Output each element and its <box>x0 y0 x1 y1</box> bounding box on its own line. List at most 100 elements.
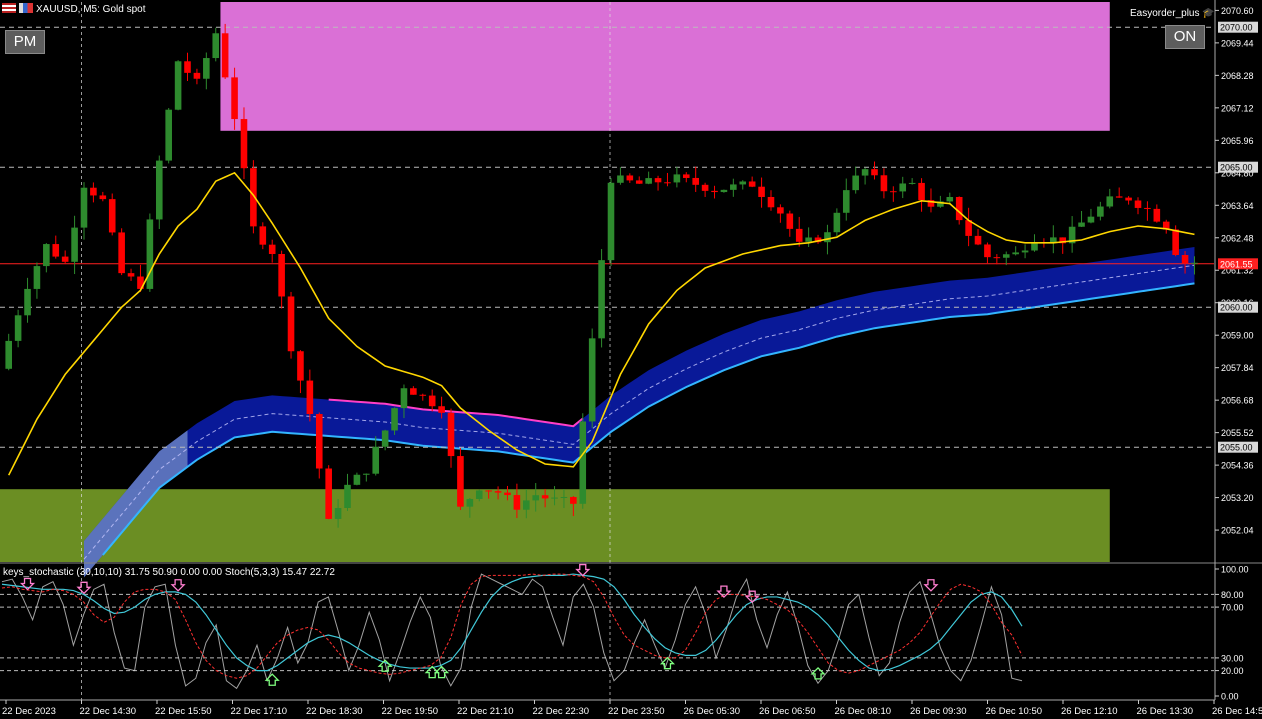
candle-body <box>748 181 756 187</box>
candle-body <box>174 61 182 110</box>
candle-body <box>278 253 285 297</box>
candle <box>579 413 587 509</box>
candle-body <box>701 184 709 191</box>
candle-body <box>80 187 88 228</box>
candle <box>607 178 615 267</box>
candle-body <box>1087 216 1095 223</box>
candle-body <box>842 190 850 213</box>
candle-body <box>118 232 125 274</box>
time-tick-label: 22 Dec 18:30 <box>306 706 363 717</box>
candle <box>165 107 172 164</box>
candle <box>457 448 464 511</box>
time-tick-label: 22 Dec 15:50 <box>155 706 212 717</box>
candle-body <box>560 496 568 498</box>
candle-body <box>203 58 210 79</box>
candle <box>146 213 154 292</box>
price-tick-label: 2052.04 <box>1221 526 1254 536</box>
candle-body <box>71 227 78 262</box>
candle-body <box>381 430 389 447</box>
level-price-label: 2055.00 <box>1220 443 1253 453</box>
stoch-tick-label: 70.00 <box>1221 603 1244 613</box>
candle-body <box>315 414 323 469</box>
chart-canvas[interactable]: 2070.602069.442068.282067.122065.962064.… <box>0 0 1262 719</box>
candle <box>598 249 605 348</box>
level-price-label: 2061.55 <box>1220 259 1253 269</box>
candle-body <box>635 180 643 184</box>
price-tick-label: 2056.68 <box>1221 396 1254 406</box>
price-tick-label: 2067.12 <box>1221 103 1254 113</box>
candle-body <box>1172 229 1179 255</box>
candle <box>250 160 257 234</box>
candle-body <box>833 212 841 233</box>
chart-title: XAUUSD, M5: Gold spot <box>2 3 145 15</box>
candle-body <box>795 228 803 242</box>
price-tick-label: 2054.36 <box>1221 461 1254 471</box>
candle <box>174 60 182 111</box>
candle-body <box>14 315 22 341</box>
candle-body <box>758 186 765 197</box>
time-tick-label: 22 Dec 14:30 <box>80 706 137 717</box>
price-tick-label: 2069.44 <box>1221 38 1254 48</box>
candle-body <box>297 351 304 381</box>
candle <box>588 328 596 428</box>
candle-body <box>617 175 624 183</box>
stoch-tick-label: 80.00 <box>1221 590 1244 600</box>
candle-body <box>457 456 464 507</box>
candle-body <box>428 395 436 407</box>
price-tick-label: 2059.00 <box>1221 331 1254 341</box>
candle-body <box>805 237 812 242</box>
candle-body <box>899 183 907 192</box>
chart-type-icon <box>19 3 33 13</box>
on-button[interactable]: ON <box>1165 25 1205 49</box>
candle <box>287 291 295 359</box>
candle-body <box>231 77 238 120</box>
candle-body <box>334 507 342 519</box>
candle-body <box>692 177 699 185</box>
symbol-title: XAUUSD, M5: Gold spot <box>36 4 146 15</box>
candle-body <box>682 174 690 178</box>
candle-body <box>438 406 445 413</box>
candle-body <box>673 174 681 183</box>
stoch-tick-label: 0.00 <box>1221 692 1239 702</box>
candle-body <box>212 33 220 59</box>
candle-body <box>598 260 605 339</box>
time-tick-label: 22 Dec 23:50 <box>608 706 665 717</box>
candle-body <box>108 199 116 233</box>
candle-body <box>306 380 314 415</box>
time-tick-label: 26 Dec 09:30 <box>910 706 967 717</box>
time-tick-label: 26 Dec 14:50 <box>1212 706 1262 717</box>
candle-body <box>43 244 50 267</box>
candle-body <box>24 288 31 316</box>
candle-body <box>739 181 747 185</box>
ea-name: Easyorder_plus <box>1130 8 1200 19</box>
candle-body <box>1050 237 1057 243</box>
candle-body <box>5 340 12 369</box>
candle-body <box>711 190 718 193</box>
price-tick-label: 2062.48 <box>1221 233 1254 243</box>
time-tick-label: 26 Dec 08:10 <box>835 706 892 717</box>
candle-body <box>419 394 427 396</box>
candle-body <box>372 446 380 474</box>
candle-body <box>363 473 370 475</box>
time-tick-label: 26 Dec 12:10 <box>1061 706 1118 717</box>
time-tick-label: 22 Dec 22:30 <box>533 706 590 717</box>
candle-body <box>1021 250 1029 253</box>
candle-body <box>52 244 60 257</box>
candle-body <box>777 207 784 214</box>
candle-body <box>1153 208 1161 222</box>
candle-body <box>259 226 267 245</box>
price-tick-label: 2065.96 <box>1221 136 1254 146</box>
level-price-label: 2060.00 <box>1220 303 1253 313</box>
time-tick-label: 22 Dec 19:50 <box>382 706 439 717</box>
candle-body <box>890 191 897 193</box>
pm-button[interactable]: PM <box>5 30 45 54</box>
candle-body <box>993 257 1001 259</box>
candle-body <box>1078 222 1085 227</box>
candle-body <box>824 232 831 243</box>
candle-body <box>287 296 295 352</box>
stoch-tick-label: 20.00 <box>1221 666 1244 676</box>
indicator-label: keys_stochastic (30,10,10) 31.75 50.90 0… <box>3 567 335 578</box>
candle-body <box>344 484 351 508</box>
candle-body <box>268 244 276 254</box>
candle <box>108 193 116 236</box>
